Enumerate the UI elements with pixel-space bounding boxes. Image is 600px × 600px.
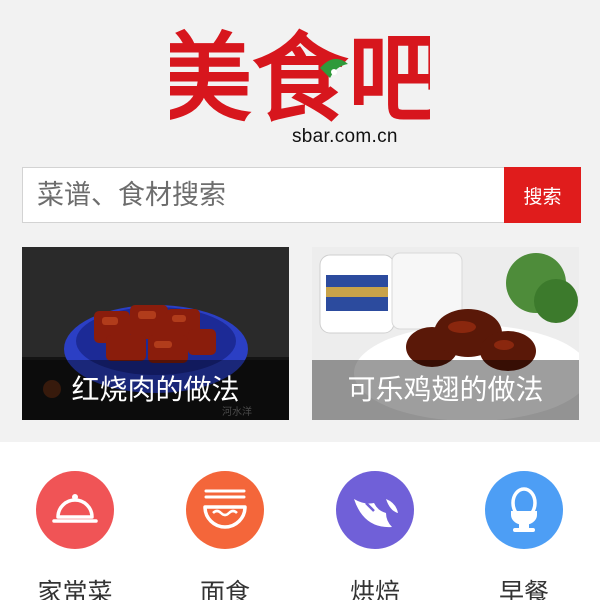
category-mianshi[interactable]: 面食 — [165, 442, 285, 600]
search-bar: 搜索 — [22, 167, 581, 223]
category-label: 面食 — [199, 578, 250, 600]
category-icon-circle — [485, 471, 563, 549]
category-zaocan[interactable]: 早餐 — [464, 442, 584, 600]
category-icon-circle — [336, 471, 414, 549]
logo-text: 美食吧 — [170, 22, 430, 135]
site-logo[interactable]: 美食吧 sbar.com.cn — [0, 0, 600, 165]
category-label: 早餐 — [498, 578, 549, 600]
noodle-bowl-icon — [203, 489, 247, 529]
croissant-icon — [354, 498, 398, 528]
category-icon-circle — [186, 471, 264, 549]
category-hongbei[interactable]: 烘焙 — [315, 442, 435, 600]
featured-caption: 可乐鸡翅的做法 — [312, 360, 579, 420]
category-icon-circle — [36, 471, 114, 549]
category-grid: 家常菜 面食 烘焙 早餐 — [0, 442, 600, 600]
category-label: 烘焙 — [349, 578, 400, 600]
featured-caption: 红烧肉的做法 — [22, 360, 289, 420]
search-input[interactable] — [22, 167, 504, 223]
egg-cup-icon — [511, 487, 537, 532]
featured-card-kele-jichi[interactable]: 可乐鸡翅的做法 — [312, 247, 579, 420]
featured-card-hongshaorou[interactable]: 河水洋 红烧肉的做法 — [22, 247, 289, 420]
category-label: 家常菜 — [37, 578, 113, 600]
search-button[interactable]: 搜索 — [504, 167, 581, 223]
logo-domain: sbar.com.cn — [292, 126, 398, 147]
category-jiachangcai[interactable]: 家常菜 — [15, 442, 135, 600]
cloche-icon — [52, 494, 98, 523]
